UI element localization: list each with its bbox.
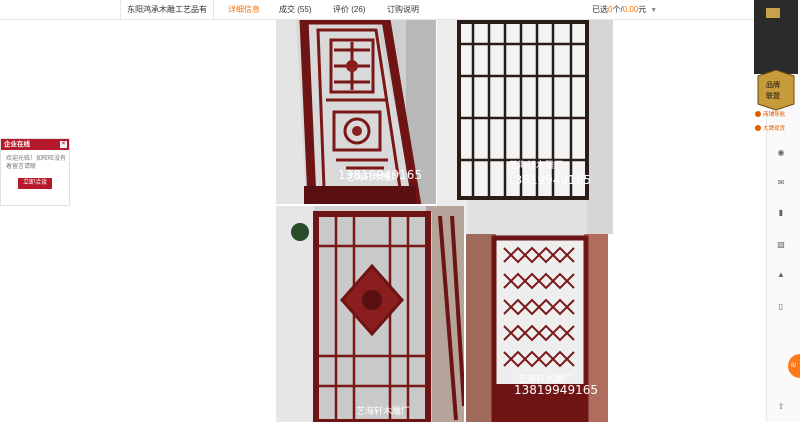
product-photo-2[interactable]: 艺海轩木雕厂 13819949165 <box>437 20 613 234</box>
location-icon[interactable]: ◉ <box>776 148 786 158</box>
brand-alliance-badge[interactable]: 品牌 联盟 商铺导航 大牌现货 <box>752 0 800 138</box>
chat-title: 企业在线 <box>4 141 30 148</box>
svg-text:艺海轩木雕厂: 艺海轩木雕厂 <box>509 159 563 171</box>
tab-transactions[interactable]: 成交 (55) <box>279 0 311 19</box>
phone-watermark: 13819949165 <box>338 168 422 182</box>
badge-line1: 品牌 <box>766 80 780 89</box>
svg-text:13819949165: 13819949165 <box>507 173 591 187</box>
svg-text:艺海轩木雕厂: 艺海轩木雕厂 <box>356 405 410 417</box>
product-photo-1[interactable]: 艺海轩木雕厂 13819949165 <box>276 20 436 204</box>
cart-mid: 个/ <box>612 5 623 14</box>
location-icon <box>755 111 761 117</box>
online-chat-widget: 企业在线 × 欢迎光临！如旺旺没有着留言请联 立即洽谈 <box>0 138 70 206</box>
company-name[interactable]: 东阳鸿承木雕工艺品有 <box>120 0 214 19</box>
tab-order-notes[interactable]: 订购说明 <box>387 0 419 19</box>
tab-details[interactable]: 详细信息 <box>228 0 260 19</box>
selected-cart-summary[interactable]: 已选0个/0.00元 ▼ <box>592 0 657 19</box>
close-icon[interactable]: × <box>60 141 67 148</box>
nav-big-brand-stock: 大牌现货 <box>763 124 786 132</box>
mail-icon[interactable]: ✉ <box>776 178 786 188</box>
edit-icon[interactable]: ▯ <box>776 302 786 312</box>
chevron-down-icon[interactable]: ▼ <box>650 1 657 20</box>
bookmark-icon[interactable]: ▮ <box>776 208 786 218</box>
top-navigation-bar: 东阳鸿承木雕工艺品有 详细信息 成交 (55) 评价 (26) 订购说明 已选0… <box>0 0 800 20</box>
tab-reviews[interactable]: 评价 (26) <box>333 0 365 19</box>
cart-prefix: 已选 <box>592 5 608 14</box>
chat-message: 欢迎光临！如旺旺没有着留言请联 <box>6 156 67 170</box>
back-to-top-icon[interactable]: ⇧ <box>776 402 786 412</box>
product-photo-3[interactable]: 艺海轩木雕厂 <box>276 206 464 422</box>
nav-shop-navigation: 商铺导航 <box>763 110 786 118</box>
chat-now-button[interactable]: 立即洽谈 <box>18 178 52 189</box>
cart-suffix: 元 <box>638 5 647 14</box>
product-photo-4[interactable]: 艺海轩木雕厂 13819949165 <box>466 234 608 422</box>
bell-icon[interactable]: ▲ <box>776 270 786 280</box>
svg-text:13819949165: 13819949165 <box>514 383 598 397</box>
chat-header: 企业在线 × <box>1 139 69 150</box>
cart-price: 0.00 <box>622 5 639 14</box>
book-icon[interactable]: ▨ <box>776 240 786 250</box>
badge-line2: 联盟 <box>766 91 780 100</box>
